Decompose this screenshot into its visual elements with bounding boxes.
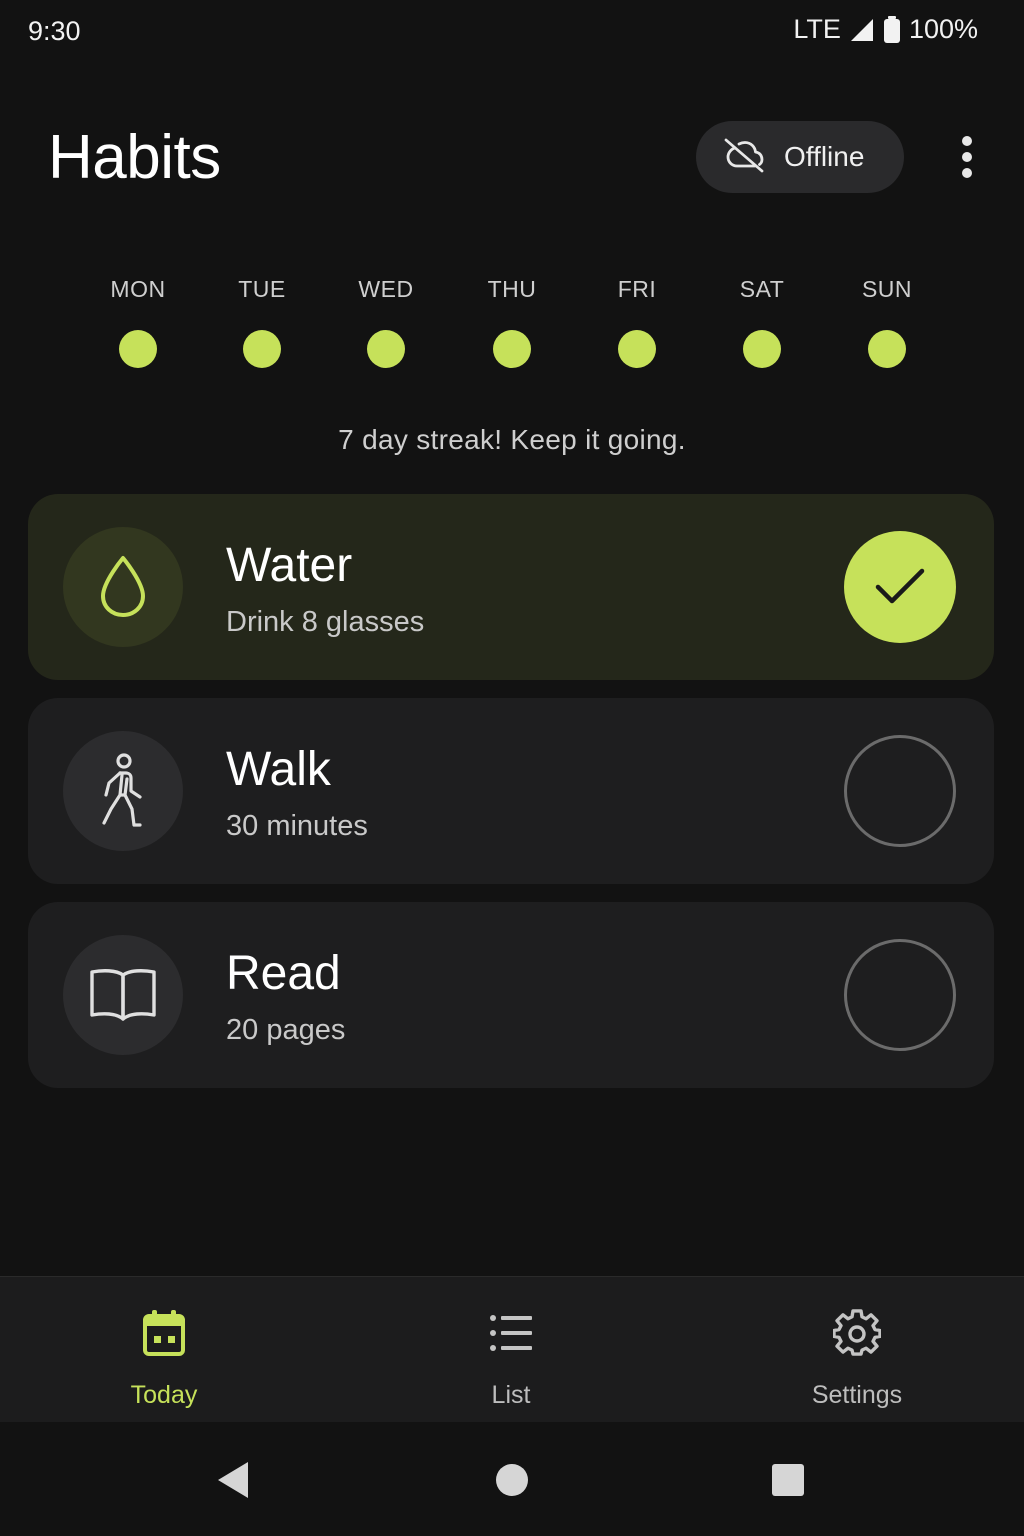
day-complete-dot [618,330,656,368]
battery-icon [883,15,901,44]
day-fri: FRI [582,276,692,368]
system-recents-button[interactable] [766,1458,810,1502]
habit-detail: 30 minutes [226,810,368,842]
day-complete-dot [493,330,531,368]
habit-card-read[interactable]: Read 20 pages [28,902,994,1088]
more-options-button[interactable] [942,132,992,182]
streak-message: 7 day streak! Keep it going. [338,424,686,455]
day-label: THU [487,276,537,302]
day-label: SAT [739,276,785,302]
day-complete-dot [243,330,281,368]
page-title: Habits [48,123,221,192]
back-triangle-icon [218,1462,248,1498]
nav-item-today[interactable]: Today [64,1307,264,1410]
walking-icon [102,753,142,827]
day-label: WED [358,276,414,302]
day-label: MON [110,276,166,302]
day-sun: SUN [832,276,942,368]
nav-label: Today [130,1381,198,1409]
habit-icon-container [63,527,183,647]
habit-name: Water [226,539,353,592]
home-circle-icon [496,1464,528,1496]
gear-icon [833,1309,881,1356]
network-type: LTE [793,14,841,44]
more-vert-icon [962,136,972,178]
calendar-icon [143,1310,185,1356]
habit-name: Read [226,947,341,1000]
habit-icon-container [63,935,183,1055]
day-label: SUN [861,276,913,302]
status-time: 9:30 [28,16,81,46]
day-complete-dot [119,330,157,368]
nav-label: List [491,1381,531,1409]
habit-card-water[interactable]: Water Drink 8 glasses [28,494,994,680]
book-icon [90,969,156,1021]
habit-detail: 20 pages [226,1014,346,1046]
status-indicators: LTE 100% [793,14,978,45]
cloud-off-icon [722,137,766,178]
signal-icon [849,17,875,43]
habit-card-walk[interactable]: Walk 30 minutes [28,698,994,884]
day-label: FRI [617,276,657,302]
nav-item-list[interactable]: List [411,1307,611,1410]
day-complete-dot [868,330,906,368]
day-wed: WED [331,276,441,368]
habit-complete-toggle[interactable] [844,531,956,643]
habit-name: Walk [226,743,331,796]
list-icon [490,1315,532,1351]
day-complete-dot [367,330,405,368]
bottom-navigation: Today List Settings [0,1276,1024,1423]
water-drop-icon [101,556,145,617]
day-tue: TUE [207,276,317,368]
habit-icon-container [63,731,183,851]
day-complete-dot [743,330,781,368]
nav-item-settings[interactable]: Settings [757,1307,957,1410]
day-thu: THU [457,276,567,368]
system-back-button[interactable] [210,1458,254,1502]
status-bar: 9:30 LTE 100% [0,0,1024,64]
day-label: TUE [238,276,286,302]
check-icon [875,568,925,604]
nav-label: Settings [811,1381,903,1409]
system-home-button[interactable] [490,1458,534,1502]
offline-label: Offline [784,141,865,172]
habit-complete-toggle[interactable] [844,939,956,1051]
habit-detail: Drink 8 glasses [226,606,425,638]
system-navigation-bar [0,1422,1024,1536]
day-mon: MON [83,276,193,368]
recents-square-icon [772,1464,804,1496]
day-sat: SAT [707,276,817,368]
offline-chip[interactable]: Offline [696,121,904,193]
battery-percent: 100% [908,14,978,44]
habit-complete-toggle[interactable] [844,735,956,847]
